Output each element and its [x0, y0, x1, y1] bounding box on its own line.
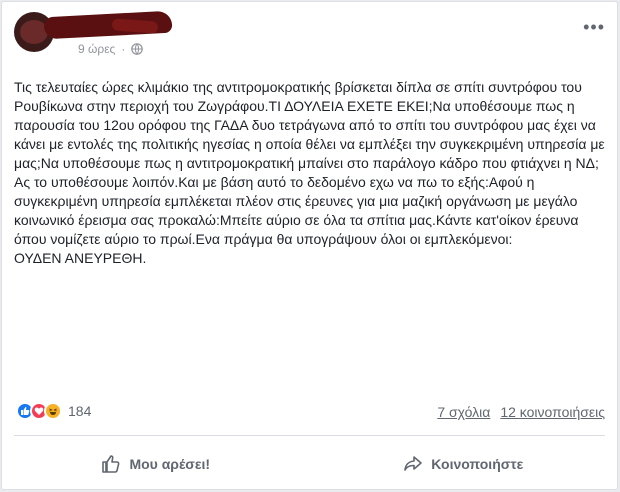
post-card: 9 ώρες · ••• Τις τελευταίες ώρες κλιμάκι… [1, 1, 618, 490]
share-button-label: Κοινοποιήστε [431, 456, 524, 472]
more-options-icon[interactable]: ••• [583, 18, 605, 36]
post-body: Τις τελευταίες ώρες κλιμάκιο της αντιτρο… [14, 78, 610, 268]
like-button[interactable]: Μου αρέσει! [2, 444, 310, 484]
thumbs-up-icon [102, 455, 120, 473]
post-paragraph: ΟΥΔΕΝ ΑΝΕΥΡΕΘΗ. [14, 250, 147, 266]
comments-link[interactable]: 7 σχόλια [437, 404, 490, 420]
post-paragraph: Τις τελευταίες ώρες κλιμάκιο της αντιτρο… [14, 79, 605, 171]
share-arrow-icon [404, 456, 423, 471]
post-timestamp[interactable]: 9 ώρες [78, 42, 115, 56]
action-bar: Μου αρέσει! Κοινοποιήστε [2, 444, 617, 484]
globe-icon[interactable] [131, 43, 144, 55]
engagement-stats: 7 σχόλια 12 κοινοποιήσεις [437, 404, 605, 420]
like-button-label: Μου αρέσει! [129, 456, 211, 472]
share-button[interactable]: Κοινοποιήστε [310, 444, 618, 484]
shares-link[interactable]: 12 κοινοποιήσεις [500, 404, 605, 420]
haha-icon [44, 402, 62, 420]
reactions-summary[interactable]: 184 [16, 402, 91, 420]
post-paragraph: Ας το υποθέσουμε λοιπόν.Και με βάση αυτό… [14, 174, 579, 247]
divider [14, 435, 605, 436]
reaction-count: 184 [68, 403, 92, 419]
post-meta: 9 ώρες · [78, 42, 144, 56]
